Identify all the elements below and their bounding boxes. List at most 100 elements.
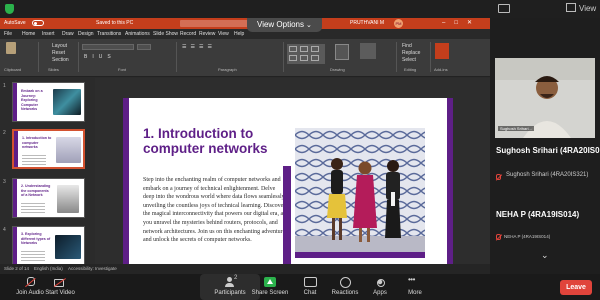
toolbar-label: Start Video — [45, 290, 75, 296]
group-paragraph: Paragraph — [218, 67, 237, 72]
thumbnail-accent-bar — [14, 131, 18, 167]
group-clipboard: Clipboard — [4, 67, 22, 72]
shapes-gallery[interactable] — [287, 44, 325, 64]
thumbnail-text-lines — [22, 155, 46, 165]
arrange-button[interactable] — [335, 44, 349, 60]
video-name-tag: Sughosh Srihari... — [498, 126, 534, 131]
participant-panel: Sughosh Srihari... Sughosh Srihari (4RA2… — [490, 18, 600, 274]
slide-photo[interactable] — [295, 128, 425, 258]
quick-styles-button[interactable] — [360, 43, 376, 59]
tab-draw[interactable]: Draw — [62, 31, 74, 37]
find-button[interactable]: Find — [402, 43, 412, 49]
tab-insert[interactable]: Insert — [42, 31, 55, 37]
slide-thumbnail-2-selected[interactable]: 1. Introduction to computer networks — [12, 129, 85, 169]
search-box[interactable] — [180, 20, 250, 27]
powerpoint-status-bar: Slide 2 of 14 English (India) Accessibil… — [0, 264, 490, 274]
start-video-button[interactable]: Start Video — [30, 274, 90, 300]
thumbnail-image — [53, 89, 81, 115]
muted-mic-icon — [496, 234, 501, 240]
thumbnail-title: 1. Introduction to computer networks — [22, 136, 52, 149]
thumbnail-accent-bar — [13, 227, 17, 265]
participant-name[interactable]: NEHA P (4RA19IS014) — [496, 210, 579, 219]
tab-file[interactable]: File — [4, 31, 12, 37]
tab-home[interactable]: Home — [22, 31, 35, 37]
autosave-label: AutoSave — [4, 20, 26, 26]
speaker-view-icon[interactable] — [498, 4, 510, 13]
thumbnail-number: 3 — [3, 179, 6, 185]
tab-view[interactable]: View — [218, 31, 229, 37]
slide-edit-pane: 1. Introduction to computer networks Ste… — [95, 78, 490, 274]
thumbnail-title: Embark on a Journey: Exploring Computer … — [21, 89, 43, 111]
tab-animations[interactable]: Animations — [125, 31, 150, 37]
thumbnail-title: 3. Exploring different types of Networks — [21, 232, 51, 245]
window-controls[interactable]: –□✕ — [442, 19, 481, 26]
shared-screen: AutoSave Saved to this PC PRUTHVANI M PM… — [0, 18, 490, 274]
slide-thumbnail-4[interactable]: 3. Exploring different types of Networks — [12, 226, 85, 266]
language-indicator[interactable]: English (India) — [34, 266, 63, 271]
ribbon-tabs: File Home Insert Draw Design Transitions… — [0, 29, 490, 39]
thumbnail-text-lines — [21, 251, 45, 261]
participant-name[interactable]: Sughosh Srihari (4RA20IS0... — [496, 146, 600, 155]
more-button[interactable]: More — [385, 274, 445, 300]
user-avatar[interactable]: PM — [394, 19, 403, 28]
slide-title[interactable]: 1. Introduction to computer networks — [143, 126, 293, 156]
leave-button[interactable]: Leave — [560, 280, 592, 295]
people-photo-illustration — [295, 128, 425, 252]
group-drawing: Drawing — [330, 67, 345, 72]
participant-subname: Sughosh Srihari (4RA20IS321) — [506, 172, 589, 178]
view-options-label: View Options — [257, 20, 304, 29]
ribbon-divider — [396, 42, 397, 72]
paragraph-buttons[interactable]: ☰☰☰☰ — [182, 44, 216, 50]
current-slide[interactable]: 1. Introduction to computer networks Ste… — [123, 98, 453, 274]
thumbnail-accent-bar — [13, 83, 17, 121]
chevron-down-icon: ⌄ — [306, 22, 312, 29]
reset-button[interactable]: Reset — [52, 50, 65, 56]
autosave-toggle[interactable] — [32, 20, 44, 26]
thumbnail-image — [55, 235, 81, 259]
thumbnail-accent-bar — [13, 179, 17, 217]
accessibility-status[interactable]: Accessibility: Investigate — [68, 266, 117, 271]
tab-slide-show[interactable]: Slide Show — [153, 31, 178, 37]
participant-video[interactable]: Sughosh Srihari... — [495, 58, 595, 138]
ribbon: Clipboard Layout Reset Section Slides BI… — [0, 39, 490, 77]
participant-subname: NEHA P (4RA19IS014) — [504, 234, 551, 239]
thumbnail-number: 4 — [3, 227, 6, 233]
thumbnail-title: 2. Understanding the components of a Net… — [21, 184, 51, 197]
group-editing: Editing — [404, 67, 417, 72]
slide-thumbnail-1[interactable]: Embark on a Journey: Exploring Computer … — [12, 82, 85, 122]
view-button[interactable]: View — [566, 3, 596, 13]
replace-button[interactable]: Replace — [402, 50, 420, 56]
security-shield-icon[interactable] — [5, 4, 14, 14]
zoom-meeting-window: View AutoSave Saved to this PC PRUTHVANI… — [0, 0, 600, 300]
slide-thumbnails-pane: 1 Embark on a Journey: Exploring Compute… — [0, 78, 95, 274]
font-name-box[interactable] — [82, 44, 134, 50]
thumbnail-number: 1 — [3, 83, 6, 89]
add-ins-icon[interactable] — [435, 43, 449, 59]
font-size-box[interactable] — [137, 44, 151, 50]
tab-help[interactable]: Help — [234, 31, 244, 37]
ribbon-divider — [38, 42, 39, 72]
ribbon-divider — [176, 42, 177, 72]
meeting-toolbar: Join Audio Start Video 2 Participants Sh… — [0, 274, 600, 300]
chevron-down-icon[interactable]: ⌄ — [541, 250, 549, 261]
tab-transitions[interactable]: Transitions — [97, 31, 121, 37]
thumbnail-number: 2 — [3, 130, 6, 136]
section-button[interactable]: Section — [52, 57, 69, 63]
slide-body-text[interactable]: Step into the enchanting realm of comput… — [143, 176, 288, 245]
camera-off-icon — [54, 277, 66, 287]
slide-accent-left — [123, 98, 129, 274]
muted-mic-icon — [496, 174, 501, 180]
layout-button[interactable]: Layout — [52, 43, 67, 49]
select-button[interactable]: Select — [402, 57, 416, 63]
ribbon-divider — [283, 42, 284, 72]
slide-thumbnail-3[interactable]: 2. Understanding the components of a Net… — [12, 178, 85, 218]
paste-icon[interactable] — [6, 42, 16, 54]
ribbon-divider — [78, 42, 79, 72]
tab-record[interactable]: Record — [180, 31, 196, 37]
font-format-buttons[interactable]: BIUS — [84, 54, 116, 60]
thumbnail-text-lines — [21, 203, 45, 213]
photo-frame-accent — [283, 166, 291, 274]
view-options-button[interactable]: View Options ⌄ — [247, 18, 322, 32]
tab-review[interactable]: Review — [199, 31, 215, 37]
tab-design[interactable]: Design — [78, 31, 94, 37]
